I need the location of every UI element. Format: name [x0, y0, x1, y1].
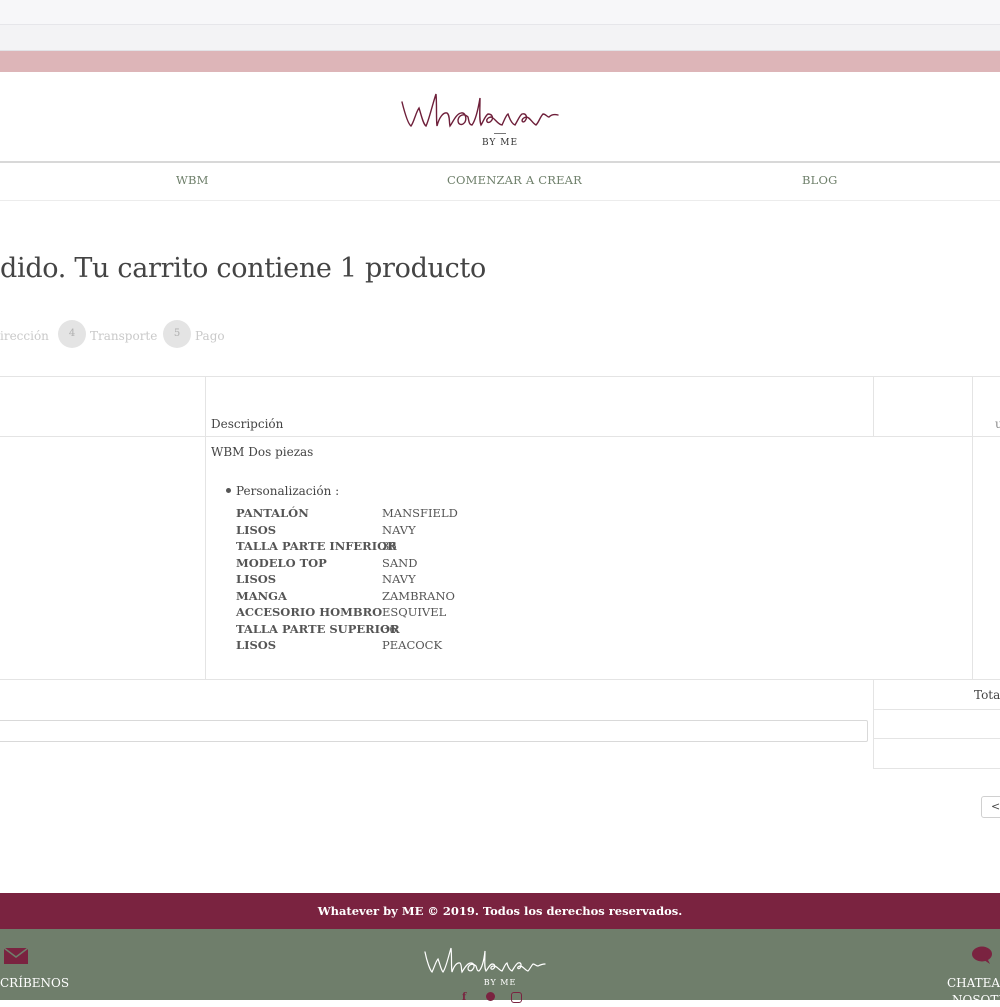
customization-key: LISOS — [236, 522, 277, 537]
customization-row: ACCESORIO HOMBRO ESQUIVEL — [236, 605, 476, 622]
continue-button[interactable]: < — [981, 796, 1000, 818]
customization-value: ESQUIVEL — [382, 605, 447, 619]
browser-toolbar — [0, 0, 1000, 51]
footer-contact-label[interactable]: CRÍBENOS — [0, 976, 69, 990]
customization-row: MANGA ZAMBRANO — [236, 589, 476, 606]
customization-row: LISOS NAVY — [236, 523, 476, 540]
header-description: Descripción — [211, 417, 284, 431]
customization-row: PANTALÓN MANSFIELD — [236, 506, 476, 523]
footer-logo[interactable]: BY ME — [422, 944, 578, 1000]
customization-value: SAND — [382, 555, 418, 570]
customization-value: 36 — [382, 621, 397, 636]
nav-item-blog[interactable]: BLOG — [802, 173, 838, 187]
table-col-divider-3 — [972, 376, 973, 679]
footer-copyright-text: Whatever by ME © 2019. Todos los derecho… — [317, 904, 683, 918]
step-pago-label[interactable]: Pago — [195, 329, 225, 343]
nav-item-wbm[interactable]: WBM — [176, 173, 209, 187]
totals-divider-2 — [874, 738, 1000, 739]
step-direccion-label[interactable]: irección — [0, 329, 49, 343]
bullet-icon — [226, 488, 231, 493]
main-navigation: WBM COMENZAR A CREAR BLOG — [0, 161, 1000, 201]
totals-divider-1 — [874, 709, 1000, 710]
logo-subtitle: BY ME — [481, 138, 519, 148]
customization-key: TALLA PARTE INFERIOR — [236, 539, 397, 553]
facebook-icon[interactable]: f — [462, 992, 466, 1003]
page-title: dido. Tu carrito contiene 1 producto — [0, 253, 486, 284]
customization-key: LISOS — [236, 572, 277, 586]
customization-key: MANGA — [236, 588, 287, 603]
voucher-input[interactable] — [0, 720, 868, 742]
logo-script-graphic — [401, 93, 559, 128]
footer-copyright: Whatever by ME © 2019. Todos los derecho… — [0, 904, 1000, 918]
table-header-border — [0, 436, 1000, 437]
step-5-circle[interactable]: 5 — [163, 320, 191, 348]
customization-key: LISOS — [236, 638, 277, 652]
continue-button-label: < — [991, 800, 1000, 813]
logo-divider — [494, 133, 506, 134]
customization-list: PANTALÓN MANSFIELD LISOS NAVY TALLA PART… — [236, 506, 476, 655]
customization-value: ZAMBRANO — [382, 588, 455, 603]
table-top-border — [0, 376, 1000, 377]
footer-chat-label-2[interactable]: NOSOTR — [952, 993, 1000, 1007]
site-logo[interactable]: BY ME — [398, 84, 602, 154]
customization-key: TALLA PARTE SUPERIOR — [236, 621, 400, 636]
customization-key: ACCESORIO HOMBRO — [236, 605, 383, 619]
customization-row: TALLA PARTE INFERIOR 36 — [236, 539, 476, 556]
customization-value: MANSFIELD — [382, 506, 458, 520]
browser-tab-strip — [0, 0, 1000, 25]
table-body-border — [0, 679, 1000, 680]
footer-logo-subtitle: BY ME — [483, 978, 517, 987]
customization-value: 36 — [382, 539, 397, 553]
footer-logo-script-graphic — [424, 947, 546, 974]
product-name[interactable]: WBM Dos piezas — [211, 445, 313, 459]
customization-value: NAVY — [382, 572, 416, 586]
nav-item-comenzar-a-crear[interactable]: COMENZAR A CREAR — [447, 173, 582, 187]
customization-key: MODELO TOP — [236, 555, 327, 570]
customization-row: LISOS NAVY — [236, 572, 476, 589]
customization-value: PEACOCK — [382, 638, 443, 652]
customization-row: MODELO TOP SAND — [236, 556, 476, 573]
envelope-icon[interactable] — [3, 947, 29, 964]
customization-row: TALLA PARTE SUPERIOR 36 — [236, 622, 476, 639]
table-col-divider-1 — [205, 376, 206, 679]
instagram-icon[interactable] — [511, 992, 522, 1003]
top-pink-bar — [0, 51, 1000, 72]
chat-bubble-icon[interactable] — [972, 946, 992, 964]
customization-label: Personalización : — [236, 484, 340, 498]
step-4-circle[interactable]: 4 — [58, 320, 86, 348]
table-col-divider-2 — [873, 376, 874, 436]
header-right-fragment-bottom: u — [995, 417, 1000, 431]
customization-key: PANTALÓN — [236, 506, 309, 520]
customization-value: NAVY — [382, 522, 416, 537]
step-transporte-label[interactable]: Transporte — [90, 329, 157, 343]
total-label: Total — [974, 688, 1000, 702]
footer-chat-label-1[interactable]: CHATEA C — [947, 976, 1000, 990]
customization-row: LISOS PEACOCK — [236, 638, 476, 655]
